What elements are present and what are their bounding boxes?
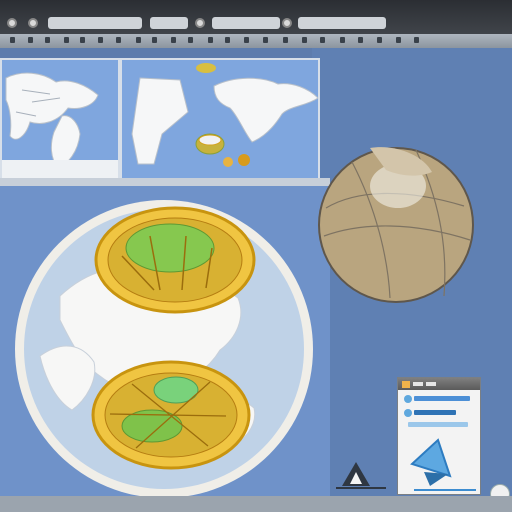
property-row-3[interactable] [408, 422, 468, 427]
landmark-icon[interactable] [336, 458, 386, 490]
menu-button-1[interactable] [7, 15, 17, 31]
toolbar-group-2[interactable] [150, 15, 188, 31]
properties-header [398, 378, 480, 390]
world-map-left [2, 60, 118, 180]
tool-9[interactable] [152, 37, 157, 43]
toolbar-group-1[interactable] [48, 15, 142, 31]
tool-17[interactable] [302, 37, 307, 43]
toolbar-group-4[interactable] [212, 15, 280, 31]
app-icon [7, 18, 17, 28]
tool-21[interactable] [377, 37, 382, 43]
tool-2[interactable] [28, 37, 33, 43]
tool-19[interactable] [340, 37, 345, 43]
settings-icon [28, 18, 38, 28]
tan-globe-view[interactable] [316, 118, 476, 332]
title-bar [0, 0, 512, 34]
map-panel-center[interactable] [120, 58, 320, 182]
globe-icon [195, 18, 205, 28]
panel-chip-2 [413, 382, 423, 386]
status-bar [0, 496, 512, 512]
property-row-1[interactable] [414, 396, 470, 401]
toolbar-group-5[interactable] [282, 15, 292, 31]
tool-6[interactable] [98, 37, 103, 43]
tool-23[interactable] [414, 37, 419, 43]
tan-globe [318, 147, 474, 303]
globe-3d-view [0, 186, 330, 498]
toolbar-group-6[interactable] [298, 15, 386, 31]
tool-4[interactable] [64, 37, 69, 43]
title-button-3[interactable] [212, 17, 280, 29]
title-button-1[interactable] [48, 17, 142, 29]
menu-button-2[interactable] [28, 15, 38, 31]
map-icon [282, 18, 292, 28]
tool-8[interactable] [136, 37, 141, 43]
tool-13[interactable] [225, 37, 230, 43]
panel-chip-icon [402, 380, 410, 388]
panel-divider [0, 178, 330, 186]
property-icon-1 [404, 395, 412, 403]
tool-16[interactable] [283, 37, 288, 43]
properties-panel[interactable] [397, 377, 481, 495]
property-row-2[interactable] [414, 410, 456, 415]
tool-20[interactable] [358, 37, 363, 43]
landmark-shape [336, 462, 386, 489]
tool-3[interactable] [45, 37, 50, 43]
tool-7[interactable] [116, 37, 121, 43]
title-button-2[interactable] [150, 17, 188, 29]
tool-14[interactable] [244, 37, 249, 43]
property-icon-2 [404, 409, 412, 417]
tool-15[interactable] [263, 37, 268, 43]
tool-22[interactable] [396, 37, 401, 43]
world-map-center [122, 60, 318, 180]
tool-12[interactable] [208, 37, 213, 43]
title-button-4[interactable] [298, 17, 386, 29]
globe-view-panel[interactable] [0, 186, 330, 498]
toolbar-group-3[interactable] [195, 15, 205, 31]
triangle-shape-icon [410, 438, 476, 491]
tool-10[interactable] [171, 37, 176, 43]
tool-11[interactable] [188, 37, 193, 43]
map-panel-left[interactable] [0, 58, 120, 182]
tool-18[interactable] [320, 37, 325, 43]
panel-chip-3 [426, 382, 436, 386]
tool-strip [0, 34, 512, 48]
tool-5[interactable] [80, 37, 85, 43]
tool-1[interactable] [10, 37, 15, 43]
